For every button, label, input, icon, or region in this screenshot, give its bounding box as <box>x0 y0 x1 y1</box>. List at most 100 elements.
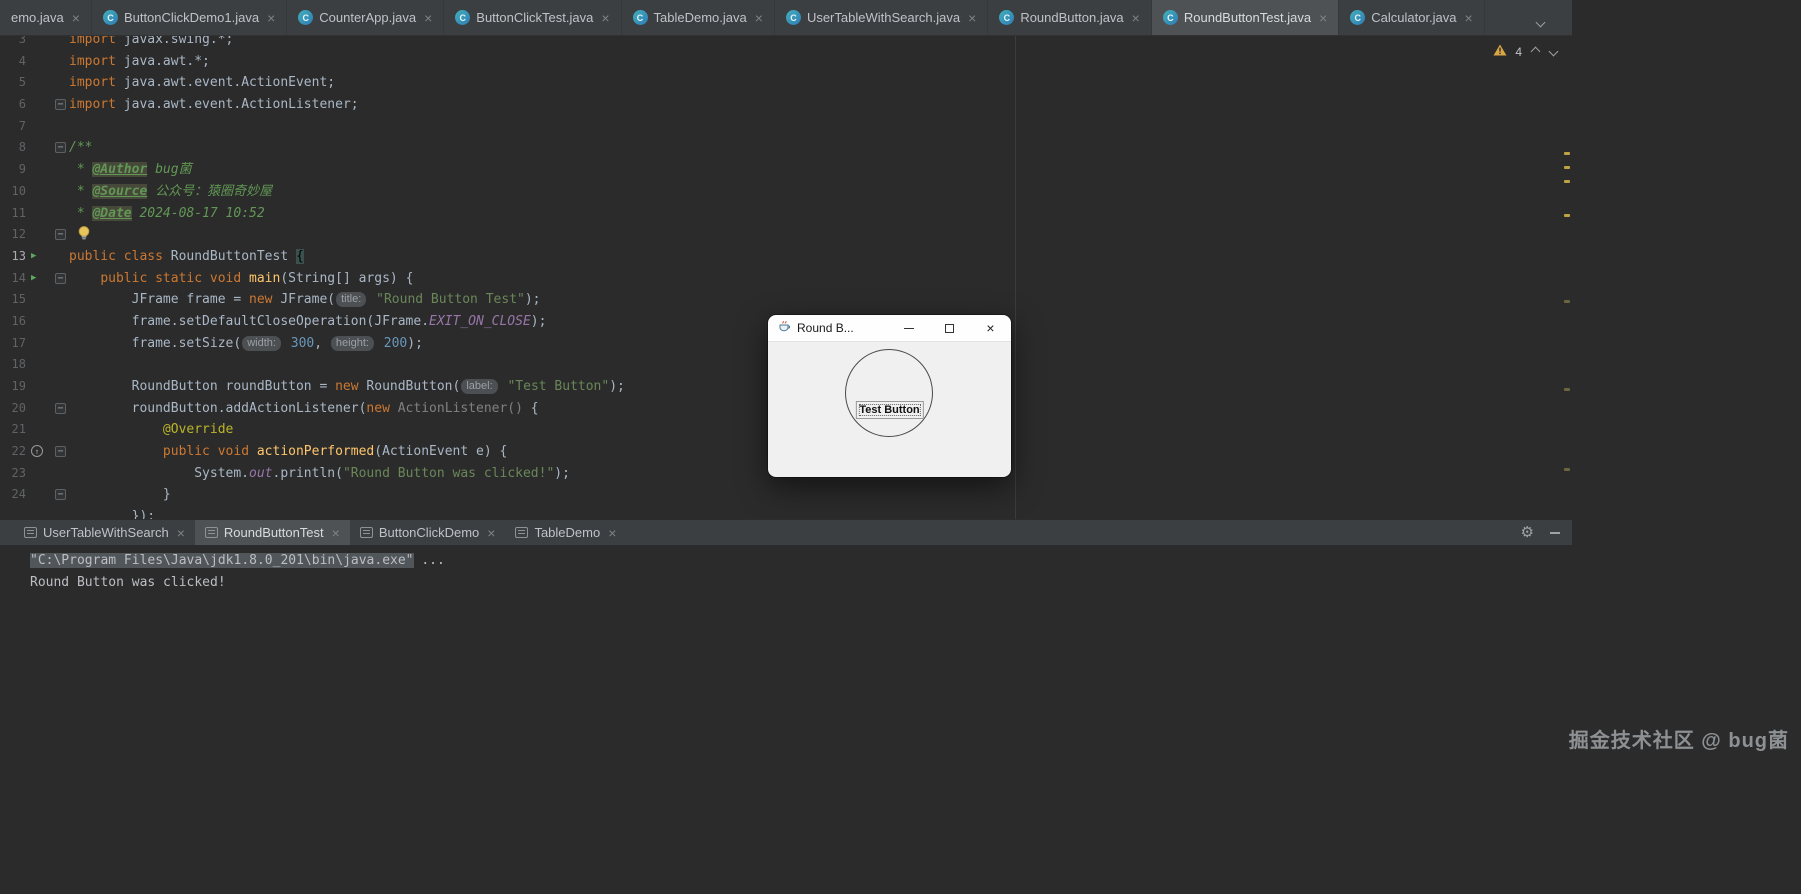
tab-close-icon[interactable]: × <box>1319 10 1327 26</box>
tab-close-icon[interactable]: × <box>177 525 185 541</box>
run-icon[interactable]: ▶ <box>31 246 36 268</box>
line-number: 11 <box>11 205 26 220</box>
line-number: 16 <box>11 313 26 328</box>
error-stripe-mark[interactable] <box>1564 180 1570 183</box>
code-text: } <box>69 484 171 506</box>
minimize-button[interactable] <box>888 315 929 341</box>
editor-tab[interactable]: C CounterApp.java × <box>287 0 445 35</box>
error-stripe-mark[interactable] <box>1564 214 1570 217</box>
editor-tab[interactable]: emo.java × <box>0 0 92 35</box>
code-token: { <box>530 400 539 416</box>
console-output[interactable]: "C:\Program Files\Java\jdk1.8.0_201\bin\… <box>0 546 1572 894</box>
editor-tab[interactable]: C Calculator.java × <box>1339 0 1485 35</box>
code-token: JFrame frame = <box>69 292 250 308</box>
tab-close-icon[interactable]: × <box>1132 10 1140 26</box>
code-token: @Source <box>92 183 148 199</box>
intention-bulb-icon[interactable] <box>76 225 93 242</box>
fold-icon[interactable]: − <box>55 489 66 501</box>
java-class-icon: C <box>999 10 1015 25</box>
tab-close-icon[interactable]: × <box>755 10 763 26</box>
fold-icon[interactable]: − <box>55 272 66 284</box>
window-title-bar[interactable]: Round B... × <box>768 315 1011 342</box>
tab-close-icon[interactable]: × <box>608 525 616 541</box>
tab-close-icon[interactable]: × <box>601 10 609 26</box>
code-text: frame.setDefaultCloseOperation(JFrame.EX… <box>69 311 547 333</box>
code-token: javax.swing.*; <box>115 36 234 47</box>
code-token: ); <box>609 379 625 394</box>
line-number: 14 <box>11 270 26 285</box>
tab-close-icon[interactable]: × <box>424 10 432 26</box>
console-tab[interactable]: TableDemo × <box>505 520 626 545</box>
chevron-down-icon <box>1535 17 1546 28</box>
next-problem-chevron-icon[interactable] <box>1548 46 1558 57</box>
console-tab-bar: UserTableWithSearch × RoundButtonTest × Butt… <box>0 519 1572 546</box>
code-token: import <box>69 36 116 47</box>
error-stripe-mark[interactable] <box>1564 468 1570 471</box>
gutter: 7 <box>0 116 69 138</box>
close-button[interactable]: × <box>970 315 1011 341</box>
editor-tab[interactable]: C RoundButton.java × <box>988 0 1152 35</box>
inspections-widget[interactable]: 4 <box>1493 44 1558 59</box>
gutter: 18 <box>0 354 69 376</box>
tab-close-icon[interactable]: × <box>72 10 80 26</box>
prev-problem-chevron-icon[interactable] <box>1530 46 1540 57</box>
code-token: java.awt.event.ActionListener; <box>115 97 359 113</box>
error-stripe-mark[interactable] <box>1564 152 1570 155</box>
window-title: Round B... <box>797 321 854 335</box>
code-token: "Round Button Test" <box>368 292 525 308</box>
editor-tab[interactable]: C RoundButtonTest.java × <box>1151 0 1340 35</box>
tab-close-icon[interactable]: × <box>332 525 340 541</box>
line-number: 21 <box>11 422 26 437</box>
hide-panel-icon[interactable] <box>1550 531 1560 534</box>
fold-icon[interactable]: − <box>55 99 66 111</box>
code-text: * @Author bug菌 <box>69 159 192 181</box>
java-class-icon: C <box>102 10 118 25</box>
console-tab[interactable]: ButtonClickDemo × <box>350 520 506 545</box>
code-token: java.awt.event.ActionEvent; <box>115 75 336 91</box>
code-text: import java.awt.event.ActionEvent; <box>69 72 335 94</box>
maximize-button[interactable] <box>929 315 970 341</box>
console-tab[interactable]: RoundButtonTest × <box>194 520 350 545</box>
fold-icon[interactable]: − <box>55 446 66 458</box>
fold-icon[interactable]: − <box>55 142 66 154</box>
code-token: roundButton.addActionListener( <box>69 400 367 416</box>
fold-icon[interactable]: − <box>55 402 66 414</box>
line-number: 5 <box>18 75 26 90</box>
editor-tab[interactable]: C ButtonClickDemo1.java × <box>92 0 288 35</box>
editor-tab[interactable]: C TableDemo.java × <box>622 0 775 35</box>
override-icon[interactable]: ↑ <box>31 445 43 458</box>
console-tab[interactable]: UserTableWithSearch × <box>14 520 195 545</box>
code-token: JFrame( <box>272 292 336 308</box>
tab-close-icon[interactable]: × <box>487 525 495 541</box>
code-token: new <box>335 379 359 394</box>
code-editor[interactable]: 3 import javax.swing.*; 4 import java.awt.*… <box>0 36 1572 519</box>
java-class-icon: C <box>455 10 471 25</box>
tab-close-icon[interactable]: × <box>1465 10 1473 26</box>
editor-tab[interactable]: C UserTableWithSearch.java × <box>775 0 989 35</box>
fold-icon[interactable]: − <box>55 229 66 241</box>
tab-close-icon[interactable]: × <box>267 10 275 26</box>
settings-gear-icon[interactable]: ⚙ <box>1521 525 1534 540</box>
gutter: 20 − <box>0 398 69 420</box>
parameter-hint: width: <box>242 335 281 351</box>
line-number: 7 <box>18 118 26 133</box>
code-text: public static void main(String[] args) { <box>69 268 413 290</box>
code-token: * <box>69 183 93 199</box>
editor-tab-label: RoundButton.java <box>1020 10 1124 25</box>
error-stripe-mark[interactable] <box>1564 300 1570 303</box>
editor-tab[interactable]: C ButtonClickTest.java × <box>444 0 622 35</box>
error-stripe-mark[interactable] <box>1564 388 1570 391</box>
error-stripe-mark[interactable] <box>1564 166 1570 169</box>
code-token: public class <box>69 248 163 264</box>
swing-app-window[interactable]: Round B... × Test Button <box>768 315 1011 477</box>
error-stripe[interactable] <box>1562 36 1572 519</box>
run-icon[interactable]: ▶ <box>31 268 36 290</box>
line-number: 6 <box>18 97 26 112</box>
tab-close-icon[interactable]: × <box>968 10 976 26</box>
tab-overflow-chevron-icon[interactable] <box>1535 13 1546 31</box>
code-text: RoundButton roundButton = new RoundButto… <box>69 376 625 398</box>
code-token: , <box>314 335 330 351</box>
round-button-circle[interactable] <box>845 349 933 437</box>
round-button-label[interactable]: Test Button <box>855 400 924 419</box>
